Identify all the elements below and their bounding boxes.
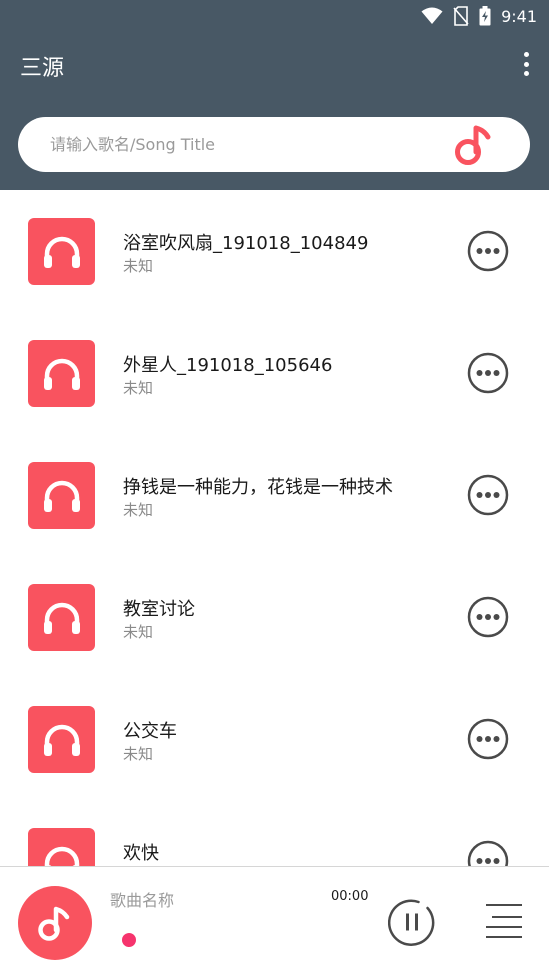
- more-horizontal-icon[interactable]: [467, 352, 509, 394]
- no-sim-icon: [453, 6, 469, 26]
- song-row[interactable]: 浴室吹风扇_191018_104849 未知: [0, 190, 549, 312]
- search-bar: [18, 117, 530, 172]
- menu-dot-icon: [523, 71, 529, 76]
- status-bar: 9:41: [0, 0, 549, 32]
- pause-icon[interactable]: [388, 898, 436, 946]
- song-list[interactable]: 浴室吹风扇_191018_104849 未知 外星人_191018_105646…: [0, 190, 549, 866]
- song-artist: 未知: [123, 623, 154, 641]
- album-art-button[interactable]: [18, 886, 92, 960]
- song-thumbnail: [28, 828, 95, 866]
- now-playing-title: 歌曲名称: [110, 891, 175, 910]
- song-artist: 未知: [123, 745, 154, 763]
- song-thumbnail: [28, 462, 95, 529]
- song-title: 浴室吹风扇_191018_104849: [123, 233, 369, 254]
- app-header: 9:41 三源: [0, 0, 549, 190]
- mini-player: 歌曲名称 00:00: [0, 866, 549, 976]
- page-title: 三源: [20, 56, 65, 81]
- song-title: 欢快: [123, 843, 159, 864]
- song-title: 教室讨论: [123, 599, 195, 620]
- song-thumbnail: [28, 706, 95, 773]
- song-row[interactable]: 教室讨论 未知: [0, 556, 549, 678]
- song-artist: 未知: [123, 501, 154, 519]
- status-icons: 9:41: [421, 4, 537, 28]
- music-note-icon: [38, 906, 70, 941]
- battery-charging-icon: [479, 6, 491, 26]
- overflow-menu-button[interactable]: [521, 52, 531, 76]
- song-thumbnail: [28, 340, 95, 407]
- song-row[interactable]: 欢快 未知: [0, 800, 549, 866]
- more-horizontal-icon[interactable]: [467, 474, 509, 516]
- song-title: 挣钱是一种能力，花钱是一种技术: [123, 477, 393, 498]
- music-note-icon[interactable]: [454, 123, 496, 167]
- more-horizontal-icon[interactable]: [467, 230, 509, 272]
- headphones-icon: [43, 480, 80, 512]
- wifi-icon: [421, 7, 443, 24]
- more-horizontal-icon[interactable]: [467, 718, 509, 760]
- more-horizontal-icon[interactable]: [467, 840, 509, 866]
- playlist-icon[interactable]: [485, 902, 523, 940]
- status-time: 9:41: [501, 6, 537, 26]
- headphones-icon: [43, 846, 80, 866]
- song-artist: 未知: [123, 257, 154, 275]
- menu-dot-icon: [523, 52, 529, 57]
- song-row[interactable]: 公交车 未知: [0, 678, 549, 800]
- song-artist: 未知: [123, 379, 154, 397]
- more-horizontal-icon[interactable]: [467, 596, 509, 638]
- headphones-icon: [43, 236, 80, 268]
- song-thumbnail: [28, 584, 95, 651]
- song-title: 外星人_191018_105646: [123, 355, 333, 376]
- song-thumbnail: [28, 218, 95, 285]
- playback-time: 00:00: [331, 889, 369, 904]
- headphones-icon: [43, 358, 80, 390]
- headphones-icon: [43, 724, 80, 756]
- headphones-icon: [43, 602, 80, 634]
- search-input[interactable]: [50, 117, 450, 172]
- progress-thumb[interactable]: [122, 933, 136, 947]
- song-row[interactable]: 外星人_191018_105646 未知: [0, 312, 549, 434]
- song-row[interactable]: 挣钱是一种能力，花钱是一种技术 未知: [0, 434, 549, 556]
- menu-dot-icon: [523, 61, 529, 67]
- song-title: 公交车: [123, 721, 177, 742]
